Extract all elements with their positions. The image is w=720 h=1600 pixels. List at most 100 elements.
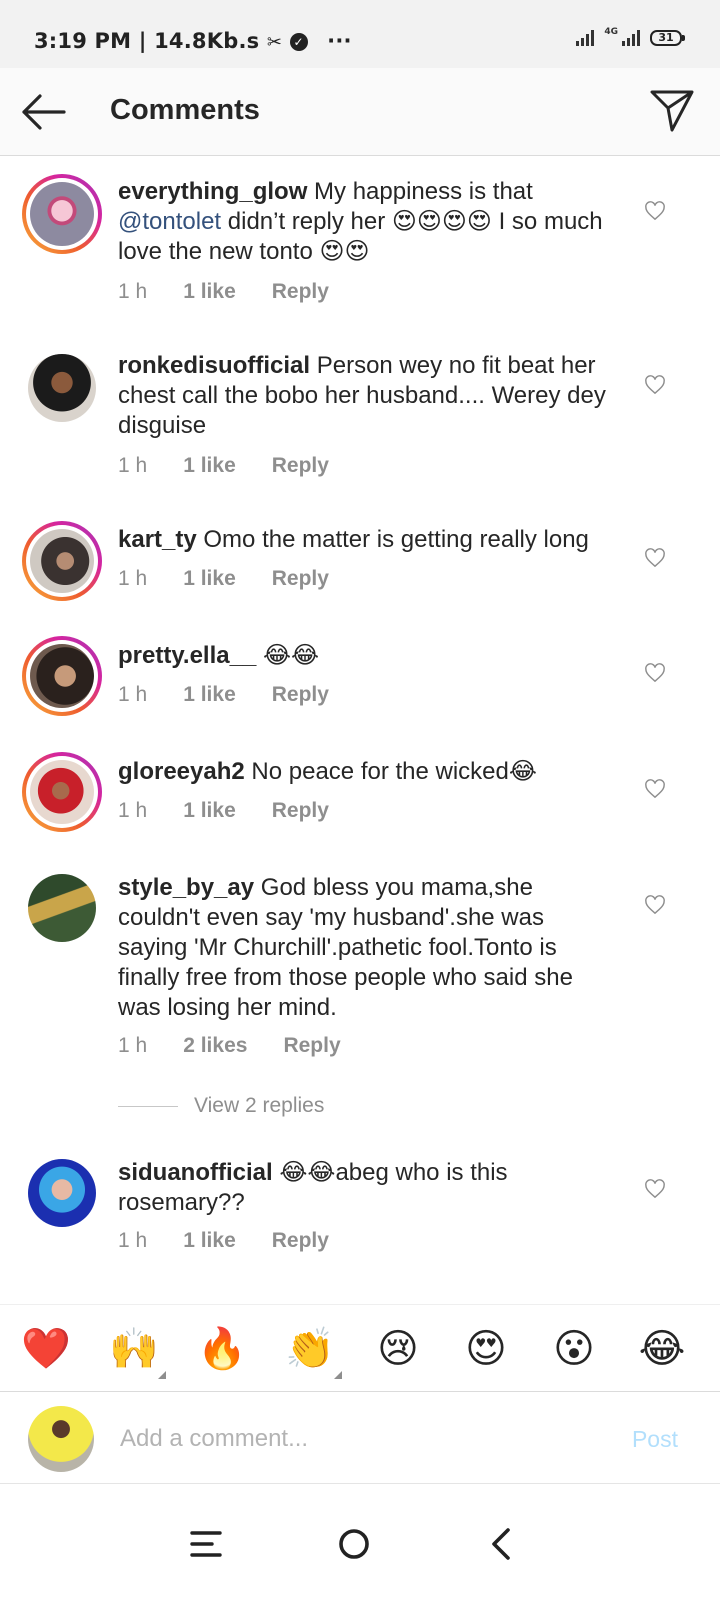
comment-meta: 1 h 1 like Reply bbox=[118, 1229, 365, 1253]
home-circle-icon[interactable] bbox=[334, 1524, 374, 1564]
header: Comments bbox=[0, 68, 720, 156]
emoji-glyph: 👏 bbox=[285, 1326, 335, 1372]
comment-time: 1 h bbox=[118, 454, 148, 477]
comment-body: Omo the matter is getting really long bbox=[203, 526, 589, 553]
reply-button[interactable]: Reply bbox=[272, 454, 329, 478]
signal-icon bbox=[576, 30, 595, 46]
comment-time: 1 h bbox=[118, 1229, 148, 1252]
reply-button[interactable]: Reply bbox=[272, 280, 329, 304]
comment-text: style_by_ay God bless you mama,she could… bbox=[118, 873, 618, 1023]
emoji-cry-button[interactable]: 😢 bbox=[372, 1323, 424, 1375]
page-title: Comments bbox=[110, 94, 260, 126]
emoji-heart-button[interactable]: ❤️ bbox=[20, 1323, 72, 1375]
back-arrow-icon[interactable] bbox=[20, 92, 66, 132]
comment-meta: 1 h 1 like Reply bbox=[118, 799, 365, 823]
comment-body: No peace for the wicked😂 bbox=[251, 758, 537, 785]
avatar-image bbox=[28, 354, 96, 422]
reply-button[interactable]: Reply bbox=[272, 1229, 329, 1253]
emoji-raised-hands-button[interactable]: 🙌 bbox=[108, 1323, 166, 1379]
reply-button[interactable]: Reply bbox=[272, 799, 329, 823]
comment-username[interactable]: ronkedisuofficial bbox=[118, 352, 310, 379]
comment-text: pretty.ella__ 😂😂 bbox=[118, 641, 618, 671]
emoji-heart-eyes-button[interactable]: 😍 bbox=[460, 1323, 512, 1375]
reply-button[interactable]: Reply bbox=[272, 683, 329, 707]
battery-icon: 31 bbox=[650, 30, 685, 46]
back-chevron-icon[interactable] bbox=[482, 1524, 522, 1564]
more-notifications: ··· bbox=[327, 29, 352, 53]
like-heart-icon[interactable] bbox=[644, 779, 666, 799]
send-direct-icon[interactable] bbox=[650, 88, 694, 132]
avatar-image bbox=[30, 760, 94, 824]
system-nav-bar bbox=[0, 1484, 720, 1600]
comment-username[interactable]: everything_glow bbox=[118, 178, 307, 205]
avatar[interactable] bbox=[22, 1153, 102, 1233]
comment-likes[interactable]: 1 like bbox=[183, 454, 236, 478]
avatar[interactable] bbox=[22, 752, 102, 832]
like-heart-icon[interactable] bbox=[644, 895, 666, 915]
comments-list[interactable]: everything_glow My happiness is that @to… bbox=[0, 157, 720, 1332]
reply-button[interactable]: Reply bbox=[272, 567, 329, 591]
comment-time: 1 h bbox=[118, 280, 148, 303]
menu-icon[interactable] bbox=[186, 1524, 226, 1564]
comment-time: 1 h bbox=[118, 683, 148, 706]
status-left: 3:19 PM | 14.8Kb.s ✂ ✓ ··· bbox=[34, 29, 352, 53]
mention-link[interactable]: @tontolet bbox=[118, 208, 221, 235]
avatar[interactable] bbox=[22, 174, 102, 254]
avatar-image bbox=[30, 182, 94, 246]
status-bar: 3:19 PM | 14.8Kb.s ✂ ✓ ··· 4G 31 bbox=[0, 0, 720, 68]
network-type: 4G bbox=[604, 27, 618, 37]
comment-input[interactable] bbox=[118, 1416, 582, 1462]
like-heart-icon[interactable] bbox=[644, 201, 666, 221]
comment-time: 1 h bbox=[118, 567, 148, 590]
comment-likes[interactable]: 1 like bbox=[183, 799, 236, 823]
like-heart-icon[interactable] bbox=[644, 1179, 666, 1199]
comment-username[interactable]: siduanofficial bbox=[118, 1159, 273, 1186]
comment-body: My happiness is that bbox=[314, 178, 533, 205]
comment-text: everything_glow My happiness is that @to… bbox=[118, 177, 618, 267]
scissors-icon: ✂ bbox=[266, 32, 283, 53]
view-replies-button[interactable]: View 2 replies bbox=[118, 1094, 324, 1118]
comment-likes[interactable]: 1 like bbox=[183, 683, 236, 707]
avatar[interactable] bbox=[22, 521, 102, 601]
divider bbox=[118, 1105, 178, 1107]
comment-username[interactable]: pretty.ella__ bbox=[118, 642, 256, 669]
comment-body: 😂😂 bbox=[262, 642, 320, 669]
comment-username[interactable]: kart_ty bbox=[118, 526, 197, 553]
avatar[interactable] bbox=[22, 348, 102, 428]
comment-likes[interactable]: 1 like bbox=[183, 1229, 236, 1253]
avatar-image bbox=[28, 874, 96, 942]
comment-meta: 1 h 1 like Reply bbox=[118, 280, 365, 304]
emoji-surprised-button[interactable]: 😮 bbox=[548, 1323, 600, 1375]
comment-meta: 1 h 1 like Reply bbox=[118, 567, 365, 591]
avatar-image bbox=[30, 529, 94, 593]
emoji-glyph: 🙌 bbox=[109, 1326, 159, 1372]
comment-likes[interactable]: 2 likes bbox=[183, 1034, 247, 1058]
view-replies-label: View 2 replies bbox=[194, 1094, 325, 1117]
status-right: 4G 31 bbox=[576, 27, 685, 46]
skin-tone-indicator bbox=[334, 1371, 342, 1379]
comment-meta: 1 h 1 like Reply bbox=[118, 683, 365, 707]
signal-icon-2 bbox=[622, 30, 640, 46]
emoji-clap-button[interactable]: 👏 bbox=[284, 1323, 342, 1379]
like-heart-icon[interactable] bbox=[644, 548, 666, 568]
like-heart-icon[interactable] bbox=[644, 375, 666, 395]
post-button[interactable]: Post bbox=[632, 1426, 678, 1453]
comment-text: gloreeyah2 No peace for the wicked😂 bbox=[118, 757, 618, 787]
avatar-image bbox=[30, 644, 94, 708]
comment-username[interactable]: style_by_ay bbox=[118, 874, 254, 901]
reply-button[interactable]: Reply bbox=[283, 1034, 340, 1058]
comment-likes[interactable]: 1 like bbox=[183, 280, 236, 304]
emoji-fire-button[interactable]: 🔥 bbox=[196, 1323, 248, 1375]
comment-meta: 1 h 1 like Reply bbox=[118, 454, 365, 478]
avatar[interactable] bbox=[22, 636, 102, 716]
avatar[interactable] bbox=[22, 868, 102, 948]
avatar-image bbox=[28, 1159, 96, 1227]
emoji-laugh-button[interactable]: 😂 bbox=[636, 1323, 688, 1375]
my-avatar bbox=[28, 1406, 94, 1472]
comment-text: siduanofficial 😂😂abeg who is this rosema… bbox=[118, 1158, 618, 1218]
emoji-quick-bar: ❤️ 🙌 🔥 👏 😢 😍 😮 😂 bbox=[0, 1304, 720, 1392]
comment-likes[interactable]: 1 like bbox=[183, 567, 236, 591]
comment-username[interactable]: gloreeyah2 bbox=[118, 758, 245, 785]
comment-time: 1 h bbox=[118, 799, 148, 822]
like-heart-icon[interactable] bbox=[644, 663, 666, 683]
